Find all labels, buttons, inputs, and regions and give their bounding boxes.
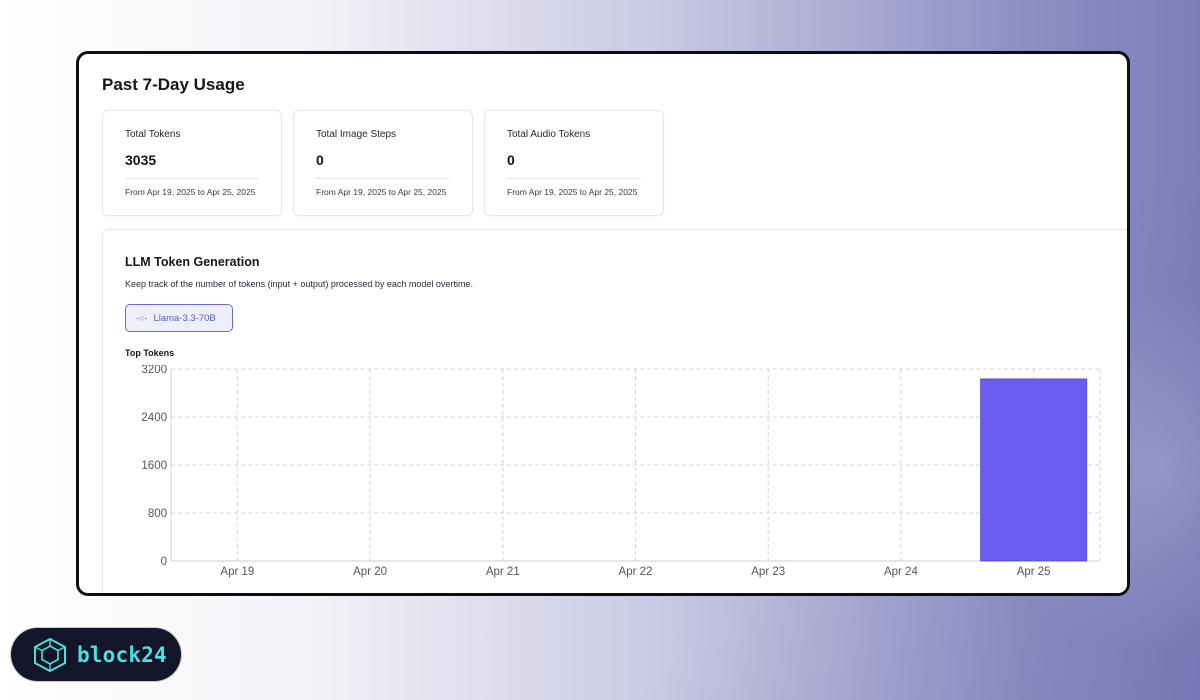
stat-card-total-image-steps: Total Image Steps 0 From Apr 19, 2025 to…: [293, 110, 473, 216]
y-tick-label: 0: [161, 556, 167, 568]
y-tick-label: 2400: [141, 412, 167, 424]
y-tick-label: 800: [148, 508, 167, 520]
stat-value: 0: [507, 152, 515, 168]
stat-divider: [316, 178, 450, 179]
token-bar-chart: 0 800 1600 2400 3200 Apr 19 Apr 20 Apr 21 Apr 22…: [141, 365, 1101, 578]
logo-text: block24: [77, 642, 167, 667]
stat-divider: [125, 178, 259, 179]
stat-value: 0: [316, 152, 324, 168]
stat-label: Total Tokens: [125, 129, 181, 140]
stat-range: From Apr 19, 2025 to Apr 25, 2025: [125, 187, 256, 197]
model-filter-chip[interactable]: -○- Llama-3.3-70B: [125, 304, 233, 332]
stat-label: Total Audio Tokens: [507, 129, 591, 140]
x-tick-label: Apr 24: [884, 566, 918, 578]
stat-range: From Apr 19, 2025 to Apr 25, 2025: [316, 187, 447, 197]
bar-apr-25: [980, 378, 1088, 562]
y-tick-label: 3200: [141, 365, 167, 376]
x-tick-label: Apr 25: [1017, 566, 1051, 578]
chart-card-title: LLM Token Generation: [125, 255, 260, 269]
stat-range: From Apr 19, 2025 to Apr 25, 2025: [507, 187, 638, 197]
cube-logo-icon: [34, 637, 66, 672]
stat-label: Total Image Steps: [316, 129, 397, 140]
page-title: Past 7-Day Usage: [102, 75, 245, 94]
model-filter-label: Llama-3.3-70B: [153, 312, 216, 324]
stat-value: 3035: [125, 152, 157, 168]
x-tick-label: Apr 21: [486, 566, 520, 578]
llm-token-generation-card: LLM Token Generation Keep track of the n…: [102, 229, 1127, 593]
x-tick-label: Apr 20: [353, 566, 387, 578]
brand-logo: block24: [11, 628, 181, 681]
y-tick-label: 1600: [141, 460, 167, 472]
x-tick-label: Apr 22: [619, 566, 653, 578]
x-tick-label: Apr 19: [220, 566, 254, 578]
top-tokens-label: Top Tokens: [125, 348, 175, 358]
stat-card-total-tokens: Total Tokens 3035 From Apr 19, 2025 to A…: [102, 110, 282, 216]
x-tick-label: Apr 23: [751, 566, 785, 578]
chart-card-description: Keep track of the number of tokens (inpu…: [125, 279, 473, 289]
stat-divider: [507, 178, 641, 179]
commit-icon: -○-: [136, 313, 148, 323]
usage-dashboard-window: Past 7-Day Usage Total Tokens 3035 From …: [76, 51, 1130, 596]
stat-card-total-audio-tokens: Total Audio Tokens 0 From Apr 19, 2025 t…: [484, 110, 664, 216]
